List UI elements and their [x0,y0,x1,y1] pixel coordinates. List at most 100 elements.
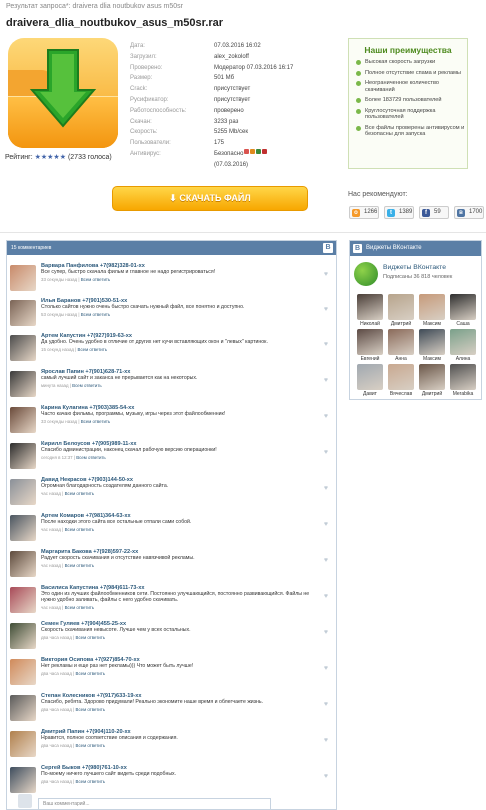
info-key: Работоспособность: [130,107,187,114]
like-heart-icon[interactable]: ♥ [324,271,328,278]
share-button[interactable]: f 59 [419,206,449,219]
member-avatar[interactable] [450,294,476,320]
comment-avatar[interactable] [10,265,36,291]
like-heart-icon[interactable]: ♥ [324,701,328,708]
member-name: Дмитрий [421,391,443,397]
like-heart-icon[interactable]: ♥ [324,485,328,492]
reply-link[interactable]: Всем ответить [76,455,106,460]
reply-link[interactable]: Всем ответить [65,491,95,496]
group-avatar[interactable] [354,262,378,286]
member-item[interactable]: Дмитрий [419,364,445,397]
like-heart-icon[interactable]: ♥ [324,737,328,744]
comments-panel: 15 комментариев B Варвара Панфилова +7(98… [6,240,337,810]
member-item[interactable]: Евгений [357,329,383,362]
comment-avatar[interactable] [10,731,36,757]
share-button[interactable]: в 1700 [454,206,484,219]
download-button[interactable]: ⬇ СКАЧАТЬ ФАЙЛ [112,186,308,211]
reply-link[interactable]: Всем ответить [65,563,95,568]
comment-avatar[interactable] [10,515,36,541]
like-heart-icon[interactable]: ♥ [324,521,328,528]
like-heart-icon[interactable]: ♥ [324,593,328,600]
advantages-title: Наши преимущества [364,45,452,55]
like-heart-icon[interactable]: ♥ [324,377,328,384]
reply-link[interactable]: Всем ответить [81,312,111,317]
member-avatar[interactable] [450,364,476,390]
member-avatar[interactable] [388,329,414,355]
member-item[interactable]: Анна [388,329,414,362]
reply-link[interactable]: Всем ответить [78,347,108,352]
facebook-icon: f [422,209,430,217]
like-heart-icon[interactable]: ♥ [324,341,328,348]
comment-avatar[interactable] [10,371,36,397]
comment-avatar[interactable] [10,407,36,433]
member-avatar[interactable] [450,329,476,355]
antivirus-icon [250,148,256,154]
comment-meta: 33 секунды назад | Всем ответить [41,277,111,282]
member-avatar[interactable] [419,364,445,390]
reply-link[interactable]: Всем ответить [76,671,106,676]
reply-link[interactable]: Всем ответить [65,605,95,610]
member-name: Анна [395,356,407,362]
member-avatar[interactable] [357,329,383,355]
like-heart-icon[interactable]: ♥ [324,557,328,564]
comment-avatar[interactable] [10,443,36,469]
reply-link[interactable]: Всем ответить [72,383,102,388]
comment-time: час назад [41,605,61,610]
comment-meta: два часа назад | Всем ответить [41,671,106,676]
like-heart-icon[interactable]: ♥ [324,629,328,636]
share-button[interactable]: t 1389 [384,206,414,219]
member-item[interactable]: Merabika [450,364,476,397]
member-item[interactable]: Давит [357,364,383,397]
comment-avatar[interactable] [10,623,36,649]
member-item[interactable]: Саша [450,294,476,327]
comment-avatar[interactable] [10,479,36,505]
comment-time: час назад [41,527,61,532]
member-avatar[interactable] [388,364,414,390]
like-heart-icon[interactable]: ♥ [324,449,328,456]
rating-stars[interactable]: ★★★★★ [35,154,66,161]
member-avatar[interactable] [419,329,445,355]
like-heart-icon[interactable]: ♥ [324,306,328,313]
member-avatar[interactable] [388,294,414,320]
comment-avatar[interactable] [10,551,36,577]
advantage-item: Высокая скорость загрузки [349,59,467,66]
vk-icon: в [457,209,465,217]
comment-item: Кирилл Белоусов +7(905)989-11-хх Спасибо … [10,441,330,475]
like-heart-icon[interactable]: ♥ [324,413,328,420]
member-avatar[interactable] [357,364,383,390]
comment-avatar[interactable] [10,300,36,326]
comment-avatar[interactable] [10,587,36,613]
group-name[interactable]: Виджеты ВКонтакте [383,264,446,271]
member-item[interactable]: Максим [419,329,445,362]
reply-link[interactable]: Всем ответить [76,743,106,748]
reply-link[interactable]: Всем ответить [76,779,106,784]
member-item[interactable]: Дмитрий [388,294,414,327]
reply-link[interactable]: Всем ответить [76,635,106,640]
breadcrumb-query[interactable]: draivera dlia noutbukov asus m50sr [72,3,183,10]
comment-input[interactable]: Ваш комментарий... [38,798,271,810]
comment-avatar[interactable] [10,335,36,361]
member-item[interactable]: Николай [357,294,383,327]
member-avatar[interactable] [419,294,445,320]
comment-time: 15 секунд назад [41,347,74,352]
comment-avatar[interactable] [10,695,36,721]
comment-time: два часа назад [41,635,72,640]
reply-link[interactable]: Всем ответить [65,527,95,532]
comment-avatar[interactable] [10,659,36,685]
like-heart-icon[interactable]: ♥ [324,773,328,780]
info-value: Модератор 07.03.2016 16:17 [214,64,294,71]
comment-avatar[interactable] [10,767,36,793]
info-row: Скорость: 5255 Mb/сек [130,127,293,138]
reply-link[interactable]: Всем ответить [81,277,111,282]
reply-link[interactable]: Всем ответить [76,707,106,712]
member-item[interactable]: Максим [419,294,445,327]
member-item[interactable]: Алина [450,329,476,362]
comment-meta: 33 секунды назад | Всем ответить [41,419,111,424]
info-value: Безопасно [214,150,244,157]
member-item[interactable]: Вячеслав [388,364,414,397]
like-heart-icon[interactable]: ♥ [324,665,328,672]
member-avatar[interactable] [357,294,383,320]
share-button[interactable]: о 1266 [349,206,379,219]
comment-meta: час назад | Всем ответить [41,605,95,610]
reply-link[interactable]: Всем ответить [81,419,111,424]
